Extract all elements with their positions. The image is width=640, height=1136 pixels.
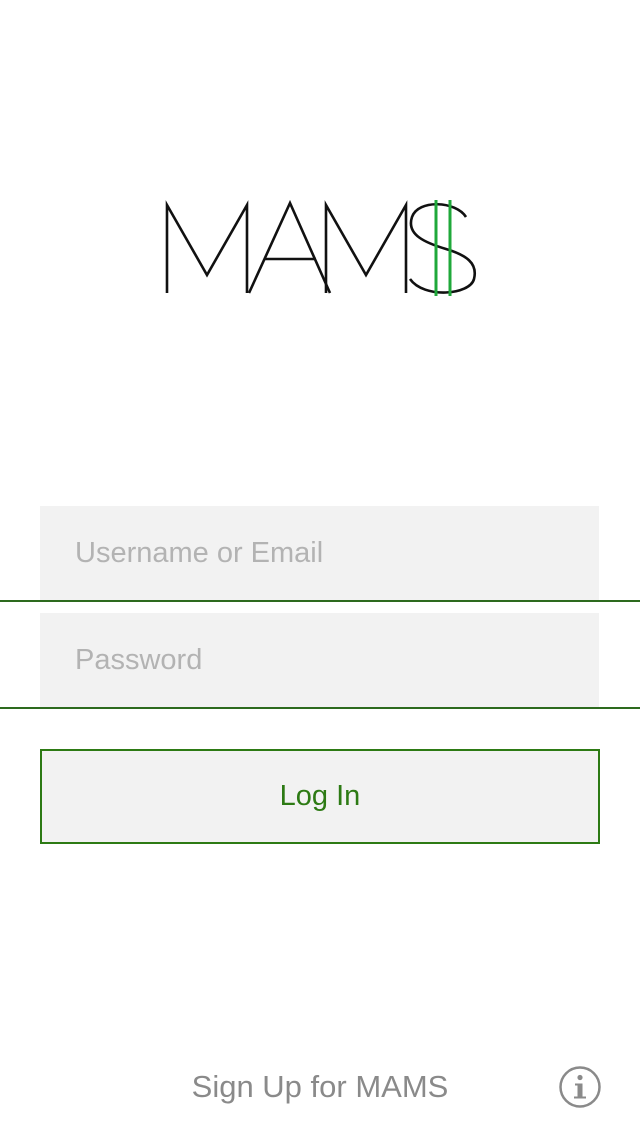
password-field-container	[40, 613, 599, 707]
mams-logo-icon	[165, 199, 477, 296]
login-button[interactable]: Log In	[40, 749, 600, 844]
username-divider	[0, 600, 640, 602]
info-button[interactable]	[558, 1065, 602, 1109]
password-divider	[0, 707, 640, 709]
username-input[interactable]	[40, 506, 599, 601]
mams-logo	[160, 195, 480, 300]
login-button-label: Log In	[279, 780, 361, 812]
password-input[interactable]	[40, 613, 599, 707]
signup-link[interactable]: Sign Up for MAMS	[160, 1064, 480, 1110]
username-field-container	[40, 506, 599, 601]
info-icon	[559, 1066, 601, 1108]
